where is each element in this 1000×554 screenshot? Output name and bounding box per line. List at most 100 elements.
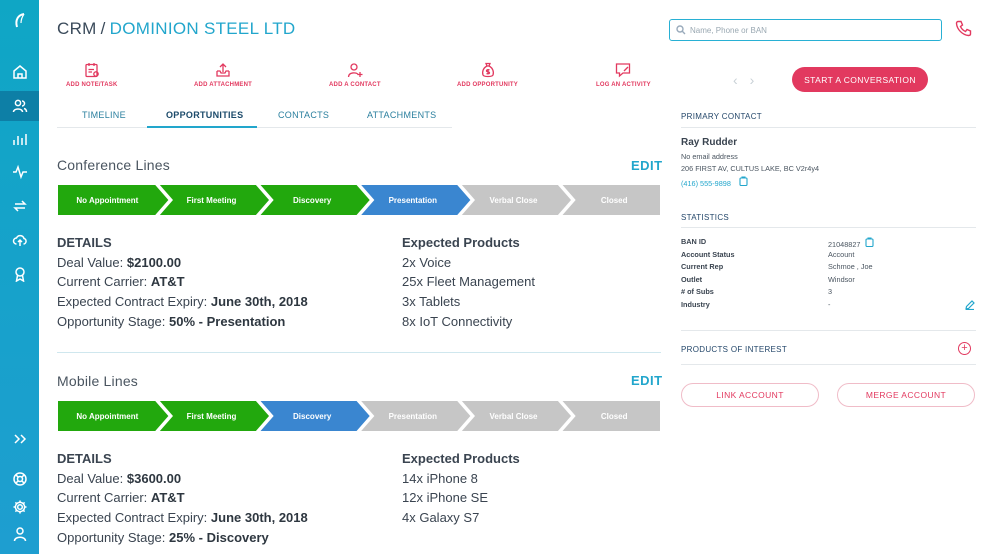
edit-opportunity-link[interactable]: EDIT (631, 158, 663, 173)
sync-arrows-icon[interactable] (0, 191, 39, 221)
brand-logo-icon[interactable] (0, 6, 39, 36)
carrier-row: Current Carrier: AT&T (57, 272, 308, 292)
stat-key: Outlet (681, 275, 703, 284)
contact-name[interactable]: Ray Rudder (681, 137, 737, 148)
carrier-label: Current Carrier: (57, 490, 148, 506)
user-profile-icon[interactable] (0, 519, 39, 549)
tab-bar: TIMELINE OPPORTUNITIES CONTACTS ATTACHME… (57, 106, 452, 128)
stage-label: Opportunity Stage: (57, 529, 166, 545)
company-name[interactable]: DOMINION STEEL LTD (110, 19, 296, 38)
divider (681, 364, 976, 365)
stage-row: Opportunity Stage: 25% - Discovery (57, 528, 308, 548)
opportunity-title: Mobile Lines (57, 373, 138, 389)
stage-value: 25% - Discovery (169, 529, 269, 545)
product-item: 12x iPhone SE (402, 490, 489, 506)
carrier-label: Current Carrier: (57, 274, 148, 290)
chevron-right-icon[interactable]: › (750, 72, 767, 88)
expand-sidebar-icon[interactable] (0, 424, 39, 454)
merge-account-button[interactable]: MERGE ACCOUNT (837, 383, 975, 407)
action-label: ADD ATTACHMENT (194, 82, 253, 88)
add-note-task-button[interactable]: ADD NOTE/TASK (66, 62, 118, 88)
tab-opportunities[interactable]: OPPORTUNITIES (166, 110, 243, 120)
product-item: 8x IoT Connectivity (402, 313, 513, 329)
stage-label: Presentation (388, 195, 438, 205)
product-item: 2x Voice (402, 254, 452, 270)
stat-value-row: 21048827 (828, 237, 875, 249)
stat-key: # of Subs (681, 287, 714, 296)
edit-opportunity-link[interactable]: EDIT (631, 373, 663, 388)
add-product-icon[interactable]: + (958, 342, 971, 355)
action-label: ADD OPPORTUNITY (457, 82, 519, 88)
award-ribbon-icon[interactable] (0, 259, 39, 289)
cloud-upload-icon[interactable] (0, 225, 39, 255)
stage-pipeline: No Appointment First Meeting Discovery Pres… (57, 184, 661, 216)
search-input[interactable] (690, 25, 930, 35)
breadcrumb-separator: / (100, 19, 106, 38)
stat-key: BAN ID (681, 237, 707, 246)
stage-label: Opportunity Stage: (57, 313, 166, 329)
help-lifebuoy-icon[interactable] (0, 464, 39, 494)
contact-phone[interactable]: (416) 555-9898 (681, 179, 731, 188)
add-attachment-button[interactable]: ADD ATTACHMENT (194, 62, 252, 88)
contact-email: No email address (681, 152, 738, 161)
stat-value: 3 (828, 287, 833, 296)
copy-icon[interactable] (739, 176, 748, 188)
stage-label: Discovery (293, 411, 332, 421)
search-icon (676, 25, 686, 35)
activity-pulse-icon[interactable] (0, 157, 39, 187)
phone-icon (955, 20, 972, 37)
conversation-nav: ‹› (733, 72, 766, 88)
deal-value: $2100.00 (126, 254, 182, 270)
phone-call-button[interactable] (955, 20, 975, 40)
primary-contact-header: PRIMARY CONTACT (681, 112, 762, 121)
contact-phone-row: (416) 555-9898 (681, 176, 748, 188)
deal-value-row: Deal Value: $2100.00 (57, 253, 308, 273)
action-label: ADD NOTE/TASK (66, 82, 118, 88)
products-of-interest-header: PRODUCTS OF INTEREST (681, 345, 788, 354)
contacts-nav-icon[interactable] (0, 91, 39, 121)
tab-timeline[interactable]: TIMELINE (82, 110, 126, 120)
expiry-label: Expected Contract Expiry: (57, 294, 208, 310)
settings-gear-icon[interactable] (0, 492, 39, 522)
stat-key: Current Rep (681, 262, 724, 271)
divider (681, 330, 976, 331)
stage-label: First Meeting (186, 195, 237, 205)
log-activity-button[interactable]: LOG AN ACTIVITY (596, 62, 651, 88)
tab-contacts[interactable]: CONTACTS (278, 110, 329, 120)
expiry-value: June 30th, 2018 (210, 294, 308, 310)
chat-edit-icon (616, 63, 631, 78)
expiry-value: June 30th, 2018 (210, 510, 308, 526)
expiry-row: Expected Contract Expiry: June 30th, 201… (57, 292, 308, 312)
statistics-header: STATISTICS (681, 213, 730, 222)
action-label: LOG AN ACTIVITY (596, 82, 651, 88)
edit-pencil-icon[interactable] (965, 297, 975, 315)
product-item: 3x Tablets (402, 294, 461, 310)
note-task-icon (85, 63, 99, 78)
stage-label: Verbal Close (489, 411, 538, 421)
stage-label: No Appointment (76, 195, 139, 205)
add-opportunity-button[interactable]: ADD OPPORTUNITY (457, 62, 518, 88)
stage-pipeline: No Appointment First Meeting Discovery Pres… (57, 400, 661, 432)
stat-key: Industry (681, 300, 710, 309)
stat-key: Account Status (681, 250, 735, 259)
bar-chart-icon[interactable] (0, 124, 39, 154)
start-conversation-button[interactable]: START A CONVERSATION (792, 67, 928, 92)
divider (681, 127, 976, 128)
tab-attachments[interactable]: ATTACHMENTS (367, 110, 436, 120)
add-contact-button[interactable]: ADD A CONTACT (329, 62, 381, 88)
action-label: ADD A CONTACT (329, 82, 381, 88)
upload-tray-icon (216, 63, 230, 77)
stage-label: Closed (600, 411, 628, 421)
home-icon[interactable] (0, 57, 39, 87)
opportunity-details: DETAILS Deal Value: $2100.00 Current Car… (57, 233, 308, 332)
stage-label: Discovery (293, 195, 332, 205)
chevron-left-icon[interactable]: ‹ (733, 72, 750, 88)
carrier-value: AT&T (150, 490, 185, 506)
add-contact-icon (347, 63, 363, 78)
stage-value: 50% - Presentation (169, 313, 286, 329)
search-box[interactable] (669, 19, 942, 41)
stage-label: Closed (600, 195, 628, 205)
copy-icon[interactable] (865, 237, 875, 249)
link-account-button[interactable]: LINK ACCOUNT (681, 383, 819, 407)
divider (681, 227, 976, 228)
